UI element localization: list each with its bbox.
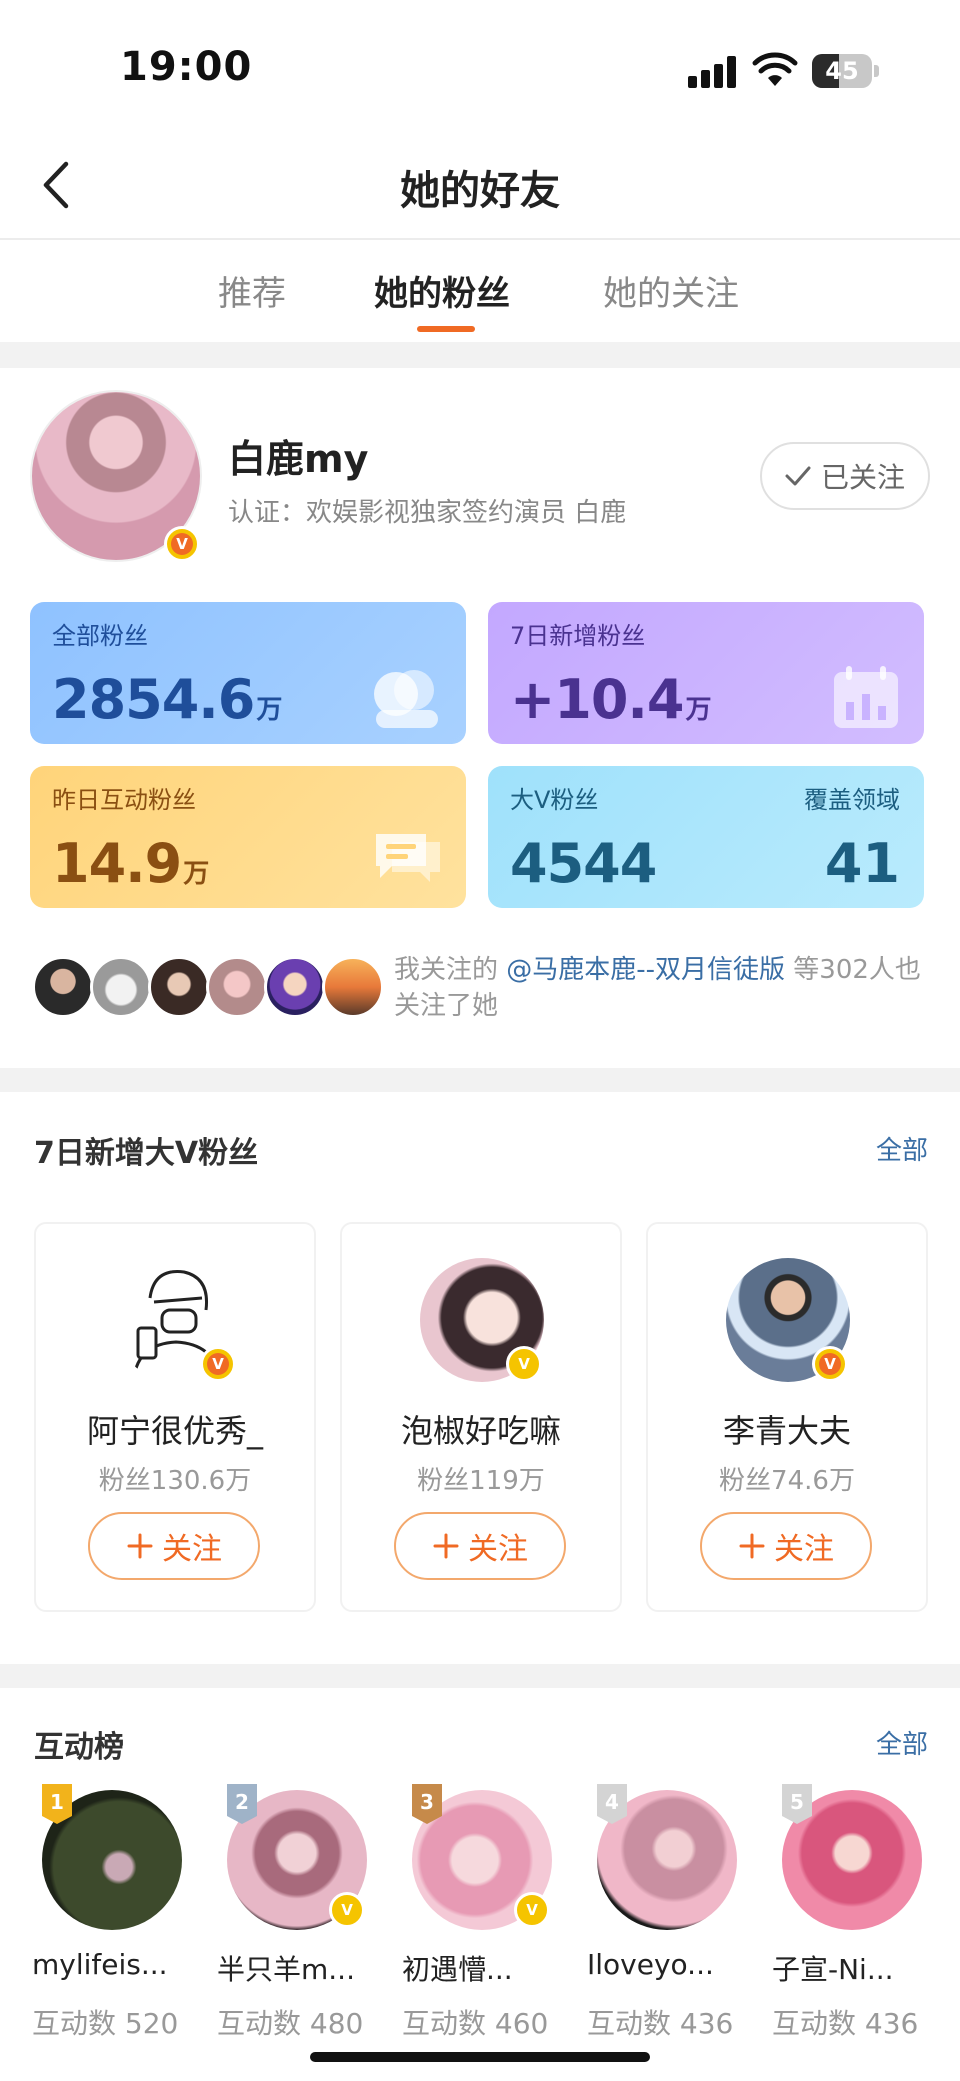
- avatar: [32, 956, 94, 1018]
- big-v-fans-card[interactable]: 大V粉丝 覆盖领域 4544 41: [488, 766, 924, 908]
- yesterday-active-fans-value: 14.9万: [52, 832, 209, 895]
- mutual-user-link[interactable]: @马鹿本鹿--双月信徒版: [506, 955, 785, 985]
- svg-text:3: 3: [420, 1790, 434, 1814]
- svg-text:4: 4: [605, 1790, 619, 1814]
- battery-level: 45: [825, 57, 859, 85]
- v-fan-count: 粉丝74.6万: [719, 1466, 855, 1496]
- avatar: [206, 956, 268, 1018]
- new-v-fans-title: 7日新增大V粉丝: [34, 1136, 259, 1171]
- rank-bronze-badge-icon: 3: [412, 1784, 442, 1824]
- calendar-chart-icon: [834, 666, 898, 728]
- new-fans-7d-label: 7日新增粉丝: [510, 622, 646, 650]
- avatar: [148, 956, 210, 1018]
- plus-icon: [433, 1533, 459, 1559]
- ranking-name: 子宣-Ni...: [772, 1953, 894, 1986]
- v-fan-card[interactable]: V 阿宁很优秀_ 粉丝130.6万 关注: [34, 1222, 316, 1612]
- ranking-name: 半只羊m...: [217, 1953, 355, 1986]
- follow-button[interactable]: 关注: [88, 1512, 260, 1580]
- v-fan-count: 粉丝130.6万: [98, 1466, 252, 1496]
- checkmark-icon: [785, 466, 811, 486]
- profile-certification: 认证：欢娱影视独家签约演员 白鹿: [228, 498, 627, 528]
- follow-label: 关注: [774, 1532, 834, 1567]
- ranking-name: 初遇懵...: [402, 1953, 513, 1986]
- v-fan-card[interactable]: V 李青大夫 粉丝74.6万 关注: [646, 1222, 928, 1612]
- total-fans-label: 全部粉丝: [52, 622, 148, 650]
- follow-label: 关注: [162, 1532, 222, 1567]
- verified-badge-icon: V: [812, 1346, 848, 1382]
- cellular-signal-icon: [688, 56, 740, 88]
- big-v-fans-label: 大V粉丝: [510, 786, 599, 814]
- rank-badge-icon: 5: [782, 1784, 812, 1824]
- ranking-name: mylifeis...: [32, 1948, 168, 1981]
- v-fan-count: 粉丝119万: [417, 1466, 545, 1496]
- home-indicator[interactable]: [310, 2052, 650, 2062]
- following-status-button[interactable]: 已关注: [760, 442, 930, 510]
- ranking-name: Iloveyo...: [587, 1948, 714, 1981]
- status-time: 19:00: [120, 44, 253, 90]
- big-v-fans-value: 4544: [510, 832, 657, 895]
- rank-gold-badge-icon: 1: [42, 1784, 72, 1824]
- fans-group-icon: [374, 670, 438, 728]
- v-fan-card[interactable]: V 泡椒好吃嘛 粉丝119万 关注: [340, 1222, 622, 1612]
- follow-button[interactable]: 关注: [700, 1512, 872, 1580]
- total-fans-value: 2854.6万: [52, 668, 282, 731]
- ranking-count: 互动数 460: [402, 2007, 549, 2040]
- verified-badge-icon: V: [329, 1892, 365, 1928]
- avatar: [322, 956, 384, 1018]
- verified-badge-icon: V: [164, 526, 200, 562]
- plus-icon: [739, 1533, 765, 1559]
- rank-silver-badge-icon: 2: [227, 1784, 257, 1824]
- coverage-value: 41: [824, 832, 900, 895]
- divider: [0, 1664, 960, 1688]
- v-fan-name: 李青大夫: [722, 1412, 851, 1450]
- wifi-icon: [752, 52, 798, 86]
- rank-badge-icon: 4: [597, 1784, 627, 1824]
- follow-button[interactable]: 关注: [394, 1512, 566, 1580]
- following-status-label: 已关注: [820, 461, 905, 494]
- v-fan-name: 阿宁很优秀_: [86, 1412, 263, 1450]
- v-fan-name: 泡椒好吃嘛: [400, 1412, 561, 1450]
- verified-badge-icon: V: [200, 1346, 236, 1382]
- verified-badge-icon: V: [514, 1892, 550, 1928]
- new-fans-7d-value: +10.4万: [510, 668, 712, 731]
- avatar: [264, 956, 326, 1018]
- active-tab-indicator: [417, 326, 475, 332]
- svg-text:1: 1: [50, 1790, 64, 1814]
- svg-text:2: 2: [235, 1790, 249, 1814]
- yesterday-active-fans-card[interactable]: 昨日互动粉丝 14.9万: [30, 766, 466, 908]
- tab-bar: 推荐 她的粉丝 她的关注: [0, 242, 960, 342]
- divider: [0, 1068, 960, 1092]
- status-bar: 19:00 45: [0, 0, 960, 130]
- follow-label: 关注: [468, 1532, 528, 1567]
- total-fans-card[interactable]: 全部粉丝 2854.6万: [30, 602, 466, 744]
- ranking-count: 互动数 520: [32, 2007, 179, 2040]
- tab-her-fans[interactable]: 她的粉丝: [374, 266, 510, 315]
- svg-text:5: 5: [790, 1790, 804, 1814]
- tab-her-following[interactable]: 她的关注: [603, 266, 739, 315]
- avatar: [90, 956, 152, 1018]
- tab-recommend[interactable]: 推荐: [218, 266, 286, 315]
- coverage-label: 覆盖领域: [804, 786, 900, 814]
- verified-badge-icon: V: [506, 1346, 542, 1382]
- divider: [0, 342, 960, 368]
- battery-icon: 45: [812, 54, 879, 88]
- new-v-fans-all-link[interactable]: 全部: [876, 1130, 928, 1167]
- plus-icon: [127, 1533, 153, 1559]
- ranking-count: 互动数 436: [772, 2007, 919, 2040]
- page-title: 她的好友: [400, 168, 560, 214]
- ranking-all-link[interactable]: 全部: [876, 1724, 928, 1761]
- yesterday-active-fans-label: 昨日互动粉丝: [52, 786, 196, 814]
- nav-bar: 她的好友: [0, 130, 960, 240]
- ranking-count: 互动数 436: [587, 2007, 734, 2040]
- ranking-title: 互动榜: [34, 1730, 124, 1765]
- chat-bubble-icon: [376, 834, 440, 882]
- ranking-count: 互动数 480: [217, 2007, 364, 2040]
- new-fans-7d-card[interactable]: 7日新增粉丝 +10.4万: [488, 602, 924, 744]
- mutual-followers-text: 我关注的 @马鹿本鹿--双月信徒版 等302人也关注了她: [394, 955, 921, 1021]
- profile-name[interactable]: 白鹿my: [228, 428, 368, 483]
